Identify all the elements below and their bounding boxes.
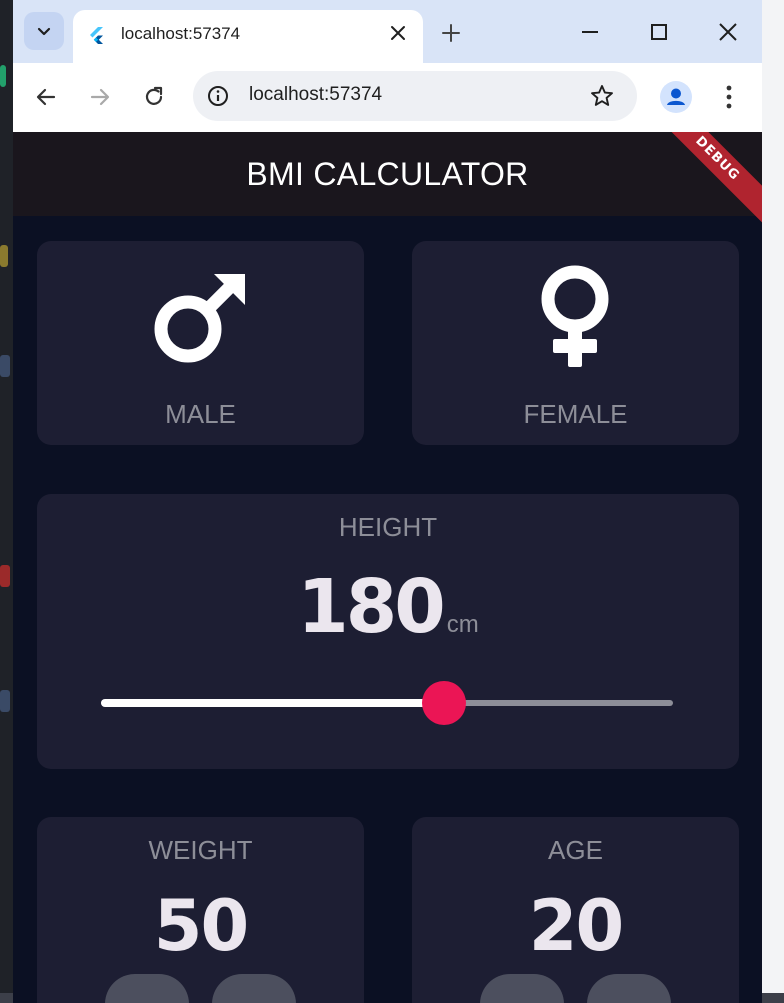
- chevron-down-icon: [37, 27, 51, 36]
- info-icon[interactable]: [206, 84, 230, 108]
- profile-icon[interactable]: [660, 81, 692, 113]
- browser-toolbar: localhost:57374: [13, 63, 762, 132]
- height-card: HEIGHT 180 cm: [37, 494, 739, 769]
- tab-search-button[interactable]: [24, 12, 64, 50]
- star-icon[interactable]: [589, 83, 615, 109]
- url-text[interactable]: localhost:57374: [249, 84, 382, 106]
- bmi-app: BMI CALCULATOR DEBUG MALE FEMALE HEIGHT …: [13, 132, 762, 1003]
- plus-icon[interactable]: [440, 22, 462, 44]
- editor-marker: [0, 690, 10, 712]
- age-value: 20: [528, 885, 624, 967]
- app-title: BMI CALCULATOR: [246, 155, 529, 192]
- height-slider-thumb[interactable]: [422, 681, 467, 725]
- male-label: MALE: [165, 399, 236, 429]
- maximize-icon[interactable]: [647, 20, 671, 44]
- female-label: FEMALE: [523, 399, 628, 429]
- forward-arrow-icon[interactable]: [87, 84, 113, 110]
- male-card[interactable]: MALE: [37, 241, 364, 445]
- age-card: AGE 20: [412, 817, 739, 1003]
- female-card[interactable]: FEMALE: [412, 241, 739, 445]
- background-editor-right: [762, 0, 784, 1003]
- tab-strip: localhost:57374: [13, 0, 762, 63]
- editor-marker: [0, 355, 10, 377]
- reload-icon[interactable]: [141, 84, 167, 110]
- minimize-icon[interactable]: [578, 20, 602, 44]
- address-bar[interactable]: localhost:57374: [193, 71, 637, 121]
- app-bar: BMI CALCULATOR DEBUG: [13, 132, 762, 229]
- weight-value: 50: [153, 885, 249, 967]
- editor-marker: [0, 245, 8, 267]
- weight-card: WEIGHT 50: [37, 817, 364, 1003]
- flutter-favicon-icon: [90, 27, 103, 44]
- height-value-row: 180 cm: [37, 564, 739, 650]
- height-label: HEIGHT: [338, 512, 438, 542]
- browser-window: localhost:57374 localhost:57374 BMI CALC…: [13, 0, 762, 1003]
- weight-plus-button[interactable]: [212, 974, 296, 1003]
- window-close-icon[interactable]: [716, 20, 740, 44]
- height-value: 180: [297, 564, 445, 650]
- debug-banner: DEBUG: [647, 132, 762, 229]
- editor-marker: [0, 65, 6, 87]
- background-editor-left: [0, 0, 14, 1003]
- editor-marker: [0, 565, 10, 587]
- weight-minus-button[interactable]: [105, 974, 189, 1003]
- height-slider-active[interactable]: [101, 699, 445, 707]
- browser-tab[interactable]: localhost:57374: [73, 10, 423, 63]
- mars-icon: [154, 274, 245, 363]
- tab-title: localhost:57374: [121, 24, 241, 43]
- kebab-menu-icon[interactable]: [719, 83, 739, 111]
- height-unit: cm: [446, 611, 479, 638]
- venus-icon: [541, 265, 609, 367]
- back-arrow-icon[interactable]: [33, 84, 59, 110]
- age-label: AGE: [548, 835, 603, 865]
- age-plus-button[interactable]: [587, 974, 671, 1003]
- weight-label: WEIGHT: [148, 835, 253, 865]
- close-icon[interactable]: [387, 22, 409, 44]
- age-minus-button[interactable]: [480, 974, 564, 1003]
